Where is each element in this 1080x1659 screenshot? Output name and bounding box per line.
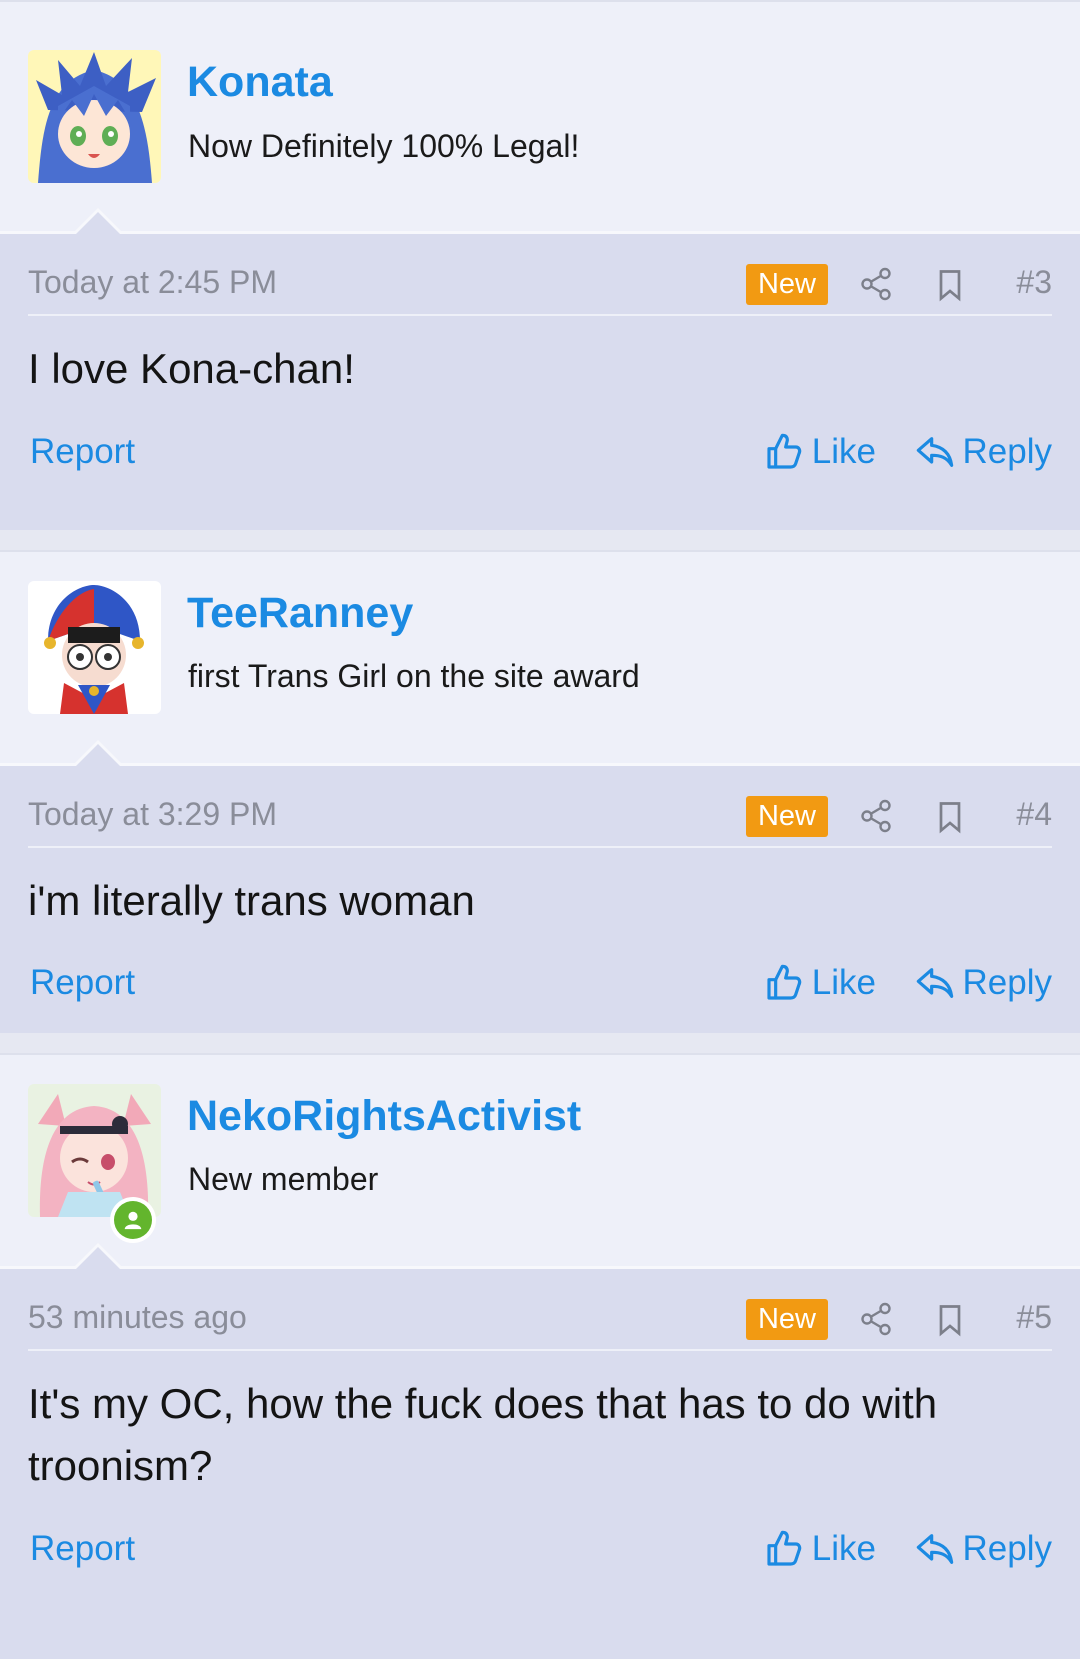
username[interactable]: Konata — [187, 58, 333, 107]
reply-arrow-icon — [916, 1534, 953, 1564]
user-title: New member — [188, 1161, 379, 1197]
timestamp[interactable]: Today at 3:29 PM — [28, 796, 277, 833]
bookmark-icon[interactable] — [932, 266, 968, 304]
like-label: Like — [811, 963, 876, 1002]
like-button[interactable]: Like — [764, 432, 876, 472]
reply-arrow-icon — [916, 968, 953, 998]
like-label: Like — [811, 432, 876, 471]
user-block: Konata Now Definitely 100% Legal! — [0, 0, 1080, 231]
post-meta: 53 minutes ago New #5 — [28, 1269, 1052, 1351]
konata-avatar[interactable] — [28, 50, 161, 183]
action-row: Report Like Reply — [28, 1529, 1052, 1579]
message: I love Kona-chan! — [28, 345, 355, 392]
user-block: TeeRanney first Trans Girl on the site a… — [0, 550, 1080, 763]
neko-avatar[interactable] — [28, 1084, 161, 1217]
post-number[interactable]: #3 — [1016, 264, 1052, 301]
share-icon[interactable] — [858, 798, 894, 834]
reply-button[interactable]: Reply — [915, 1529, 1052, 1569]
new-badge: New — [745, 264, 828, 305]
thumbs-up-icon — [767, 1530, 802, 1566]
share-icon[interactable] — [858, 1301, 894, 1337]
post-3: Konata Now Definitely 100% Legal! Today … — [0, 0, 1080, 530]
user-title: first Trans Girl on the site award — [188, 658, 640, 694]
post-5: NekoRightsActivist New member 53 minutes… — [0, 1053, 1080, 1659]
timestamp[interactable]: 53 minutes ago — [28, 1299, 247, 1336]
like-button[interactable]: Like — [764, 1529, 876, 1569]
bookmark-icon[interactable] — [932, 1301, 968, 1339]
user-title: Now Definitely 100% Legal! — [188, 128, 580, 164]
user-block: NekoRightsActivist New member — [0, 1053, 1080, 1266]
speech-arrow — [72, 208, 124, 235]
post-number[interactable]: #4 — [1016, 796, 1052, 833]
thumbs-up-icon — [767, 964, 802, 1000]
timestamp[interactable]: Today at 2:45 PM — [28, 264, 277, 301]
share-icon[interactable] — [858, 266, 894, 302]
like-label: Like — [811, 1529, 876, 1568]
online-status-badge — [110, 1197, 156, 1243]
action-row: Report Like Reply — [28, 963, 1052, 1013]
post-separator — [0, 530, 1080, 550]
username[interactable]: NekoRightsActivist — [187, 1092, 581, 1141]
reply-label: Reply — [962, 432, 1052, 471]
user-online-icon — [124, 1211, 142, 1230]
like-button[interactable]: Like — [764, 963, 876, 1003]
report-button[interactable]: Report — [30, 1529, 135, 1569]
post-4: TeeRanney first Trans Girl on the site a… — [0, 550, 1080, 1033]
new-badge: New — [745, 1299, 828, 1340]
post-number[interactable]: #5 — [1016, 1299, 1052, 1336]
reply-label: Reply — [962, 1529, 1052, 1568]
reply-arrow-icon — [916, 437, 953, 467]
speech-arrow — [72, 1243, 124, 1270]
thumbs-up-icon — [767, 433, 802, 469]
post-body: Today at 3:29 PM New #4 i'm literally tr… — [0, 740, 1080, 1033]
post-meta: Today at 2:45 PM New #3 — [28, 234, 1052, 316]
username[interactable]: TeeRanney — [187, 589, 413, 638]
bookmark-icon[interactable] — [932, 798, 968, 836]
speech-arrow — [72, 740, 124, 767]
new-badge: New — [745, 796, 828, 837]
thread: Konata Now Definitely 100% Legal! Today … — [0, 0, 1080, 1659]
report-button[interactable]: Report — [30, 432, 135, 472]
jester-avatar[interactable] — [28, 581, 161, 714]
reply-button[interactable]: Reply — [915, 432, 1052, 472]
post-meta: Today at 3:29 PM New #4 — [28, 766, 1052, 848]
post-body: Today at 2:45 PM New #3 I love Kona-chan… — [0, 208, 1080, 530]
report-button[interactable]: Report — [30, 963, 135, 1003]
reply-label: Reply — [962, 963, 1052, 1002]
action-row: Report Like Reply — [28, 432, 1052, 482]
message: i'm literally trans woman — [28, 877, 475, 924]
post-body: 53 minutes ago New #5 It's my OC, how th… — [0, 1243, 1080, 1659]
reply-button[interactable]: Reply — [915, 963, 1052, 1003]
post-separator — [0, 1033, 1080, 1053]
message: It's my OC, how the fuck does that has t… — [28, 1380, 938, 1489]
